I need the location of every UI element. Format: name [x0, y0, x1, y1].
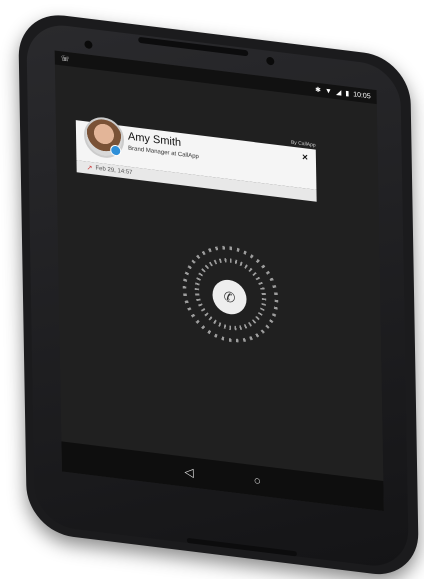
phone-body: ☏ ✱ ▼ ◢ ▮ 10:05 By CallApp Amy Smith Bra… [18, 10, 420, 579]
home-icon[interactable]: ○ [254, 473, 261, 488]
bluetooth-icon: ✱ [315, 86, 322, 94]
front-sensor [84, 40, 93, 50]
phone-icon: ☏ [60, 54, 70, 63]
close-icon[interactable]: × [302, 152, 308, 164]
caller-id-overlay[interactable]: By CallApp Amy Smith Brand Manager at Ca… [75, 113, 317, 202]
phone-icon: ✆ [223, 287, 236, 306]
front-camera [266, 56, 275, 66]
back-icon[interactable]: ◁ [184, 465, 193, 480]
status-time: 10:05 [353, 90, 371, 100]
battery-icon: ▮ [345, 89, 350, 98]
caller-title: Brand Manager at CallApp [128, 145, 199, 161]
status-icons: ✱ ▼ ◢ ▮ 10:05 [315, 86, 371, 100]
signal-icon: ◢ [335, 88, 342, 97]
last-call-date: Feb 29, 14:57 [95, 165, 133, 177]
wifi-icon: ▼ [324, 87, 332, 96]
phone-screen: ☏ ✱ ▼ ◢ ▮ 10:05 By CallApp Amy Smith Bra… [54, 50, 384, 512]
outgoing-call-icon: ↗ [86, 164, 93, 173]
